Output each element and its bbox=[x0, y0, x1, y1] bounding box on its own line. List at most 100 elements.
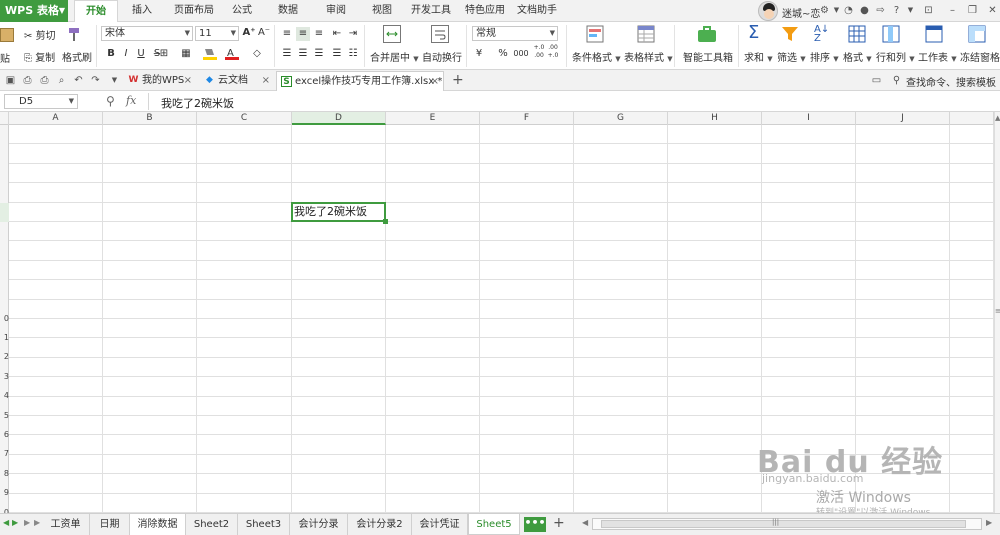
help-icon[interactable]: ? bbox=[890, 4, 903, 17]
worksheet-button[interactable]: 工作表 ▼ bbox=[918, 49, 957, 64]
row-header[interactable]: 0 bbox=[0, 494, 9, 513]
row-header[interactable]: 7 bbox=[0, 435, 9, 458]
tab-view[interactable]: 视图 bbox=[366, 0, 398, 22]
align-left-icon[interactable]: ☰ bbox=[280, 47, 294, 61]
settings-icon[interactable]: ● bbox=[858, 4, 871, 17]
rows-cols-icon[interactable] bbox=[882, 25, 900, 43]
column-header-c[interactable]: C bbox=[197, 112, 292, 125]
tab-features[interactable]: 特色应用 bbox=[462, 0, 508, 22]
sort-button[interactable]: 排序 ▼ bbox=[810, 49, 839, 64]
justify-icon[interactable]: ☰ bbox=[330, 47, 344, 61]
italic-button[interactable]: I bbox=[119, 47, 133, 61]
share-icon[interactable]: ⇨ bbox=[874, 4, 887, 17]
column-header-d[interactable]: D bbox=[292, 112, 386, 125]
user-avatar[interactable] bbox=[758, 1, 778, 21]
insert-function-button[interactable]: fx bbox=[126, 94, 136, 107]
row-header[interactable] bbox=[0, 144, 9, 163]
freeze-panes-icon[interactable] bbox=[968, 25, 986, 43]
fill-handle[interactable] bbox=[383, 219, 388, 224]
column-header-f[interactable]: F bbox=[480, 112, 574, 125]
thousands-button[interactable]: 000 bbox=[512, 47, 530, 61]
row-header[interactable] bbox=[0, 261, 9, 280]
merge-center-icon[interactable] bbox=[383, 25, 401, 43]
chevron-down-icon[interactable]: ▼ bbox=[904, 4, 917, 17]
undo-icon[interactable]: ↶ bbox=[72, 74, 85, 87]
tab-developer[interactable]: 开发工具 bbox=[408, 0, 454, 22]
row-header[interactable]: 3 bbox=[0, 358, 9, 381]
grow-font-icon[interactable]: A⁺ bbox=[242, 26, 256, 40]
column-header-e[interactable]: E bbox=[386, 112, 480, 125]
column-header-k[interactable] bbox=[950, 112, 994, 125]
paste-button[interactable]: 贴 bbox=[0, 50, 10, 65]
sum-icon[interactable]: Σ bbox=[748, 23, 766, 43]
row-header[interactable]: 4 bbox=[0, 377, 9, 400]
scroll-right-icon[interactable]: ▶ bbox=[986, 518, 992, 527]
prev-sheet-icon[interactable]: ▶ bbox=[12, 518, 18, 527]
row-header[interactable]: 2 bbox=[0, 338, 9, 361]
row-header[interactable] bbox=[0, 202, 9, 222]
filter-icon[interactable] bbox=[781, 25, 799, 43]
vertical-scrollbar[interactable]: ▲ ≡ bbox=[994, 112, 1000, 513]
tab-page-layout[interactable]: 页面布局 bbox=[168, 0, 220, 22]
align-bottom-icon[interactable]: ≡ bbox=[312, 27, 326, 41]
sheet-tab[interactable]: 消除数据 bbox=[130, 514, 186, 535]
sheet-tab[interactable]: 工资单 bbox=[42, 514, 90, 535]
sheet-tab[interactable]: Sheet2 bbox=[186, 514, 238, 535]
row-header[interactable]: 9 bbox=[0, 474, 9, 497]
toolbox-icon[interactable] bbox=[697, 25, 717, 43]
row-header[interactable]: 0 bbox=[0, 300, 9, 323]
indent-increase-icon[interactable]: ⇥ bbox=[346, 27, 360, 41]
spreadsheet-grid[interactable]: ABCDEFGHIJ 01234567890 我吃了2碗米饭 Bai du 经验… bbox=[0, 112, 1000, 513]
font-name-select[interactable]: 宋体 ▼ bbox=[101, 26, 193, 41]
search-icon[interactable]: ⚲ bbox=[890, 74, 903, 87]
row-header[interactable] bbox=[0, 164, 9, 183]
close-icon[interactable]: × bbox=[262, 71, 270, 90]
row-header[interactable] bbox=[0, 125, 9, 144]
print-icon[interactable]: ⎙ bbox=[38, 74, 51, 87]
row-header[interactable] bbox=[0, 222, 9, 241]
row-header[interactable]: 1 bbox=[0, 319, 9, 342]
maximize-icon[interactable]: ❐ bbox=[966, 4, 979, 17]
currency-icon[interactable]: ¥ bbox=[472, 47, 486, 61]
tab-doc-assistant[interactable]: 文档助手 bbox=[514, 0, 560, 22]
worksheet-icon[interactable] bbox=[925, 25, 943, 43]
filter-button[interactable]: 筛选 ▼ bbox=[777, 49, 806, 64]
sort-icon[interactable]: A↓ Z bbox=[814, 25, 832, 44]
tab-review[interactable]: 审阅 bbox=[320, 0, 352, 22]
tab-workbook[interactable]: S excel操作技巧专用工作簿.xlsx * × bbox=[276, 71, 444, 91]
redo-icon[interactable]: ↷ bbox=[89, 74, 102, 87]
clear-format-icon[interactable]: ◇ bbox=[250, 47, 264, 61]
number-format-select[interactable]: 常规 ▼ bbox=[472, 26, 558, 41]
sheet-tab[interactable]: 会计分录2 bbox=[348, 514, 412, 535]
formula-input[interactable]: 我吃了2碗米饭 bbox=[161, 95, 234, 111]
row-header[interactable]: 6 bbox=[0, 416, 9, 439]
cell-d5[interactable]: 我吃了2碗米饭 bbox=[294, 204, 367, 220]
table-style-icon[interactable] bbox=[637, 25, 655, 43]
name-box[interactable]: D5 ▼ bbox=[4, 94, 78, 109]
add-sheet-button[interactable]: + bbox=[553, 515, 565, 531]
save-icon[interactable]: ▣ bbox=[4, 74, 17, 87]
align-top-icon[interactable]: ≡ bbox=[280, 27, 294, 41]
scroll-handle-icon[interactable]: ≡ bbox=[995, 307, 1000, 315]
shrink-font-icon[interactable]: A⁻ bbox=[257, 26, 271, 40]
column-header-h[interactable]: H bbox=[668, 112, 762, 125]
tab-start[interactable]: 开始 bbox=[74, 0, 118, 23]
close-icon[interactable]: ✕ bbox=[986, 4, 999, 17]
column-header-j[interactable]: J bbox=[856, 112, 950, 125]
skin-icon[interactable]: ◔ bbox=[842, 4, 855, 17]
bold-button[interactable]: B bbox=[104, 47, 118, 61]
decimal-increase-button[interactable]: +.0 .00 bbox=[532, 44, 546, 59]
close-icon[interactable]: × bbox=[184, 71, 192, 90]
customize-toolbar-icon[interactable]: ▼ bbox=[108, 74, 121, 87]
tab-data[interactable]: 数据 bbox=[272, 0, 304, 22]
more-sheets-button[interactable]: ••• bbox=[524, 517, 546, 532]
smart-toolbox-button[interactable]: 智能工具箱 bbox=[683, 49, 733, 64]
indent-decrease-icon[interactable]: ⇤ bbox=[330, 27, 344, 41]
command-search-input[interactable]: 查找命令、搜索模板 bbox=[906, 74, 996, 89]
tab-cloud-docs[interactable]: ◆ 云文档 × bbox=[200, 71, 274, 91]
sheet-tab-active[interactable]: Sheet5 bbox=[468, 514, 520, 535]
share-icon[interactable]: ▭ bbox=[870, 74, 883, 87]
scroll-thumb[interactable]: ||| bbox=[601, 518, 966, 528]
minimize-icon[interactable]: – bbox=[946, 4, 959, 17]
borders-icon[interactable]: ⊞ bbox=[154, 47, 174, 61]
